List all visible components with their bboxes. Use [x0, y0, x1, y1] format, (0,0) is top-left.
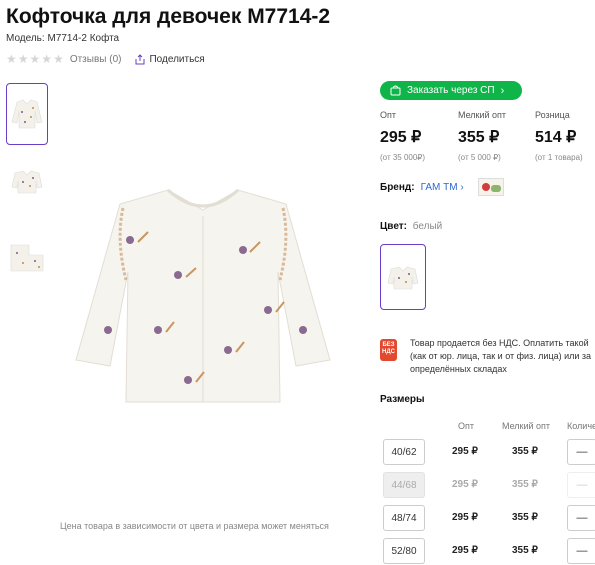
cart-icon — [390, 85, 401, 96]
brand-label: Бренд: — [380, 181, 415, 193]
vat-notice: Товар продается без НДС. Оплатить такой … — [410, 338, 592, 374]
size-price-opt: 295 ₽ — [452, 512, 478, 523]
order-button-label: Заказать через СП — [407, 85, 495, 96]
brand-row: Бренд: ГАМ ТМ › — [380, 178, 504, 196]
color-value: белый — [412, 221, 443, 232]
quantity-input[interactable]: — — [567, 505, 595, 531]
size-price-opt: 295 ₽ — [452, 446, 478, 457]
jacket-thumbnail-icon — [11, 99, 43, 129]
size-price-small-opt: 355 ₽ — [512, 512, 538, 523]
size-price-opt: 295 ₽ — [452, 545, 478, 556]
quantity-input[interactable]: — — [567, 439, 595, 465]
chevron-right-icon: › — [500, 84, 505, 97]
color-row: Цвет: белый — [380, 221, 442, 232]
size-price-small-opt: 355 ₽ — [512, 479, 538, 490]
price-label: Мелкий опт — [458, 110, 507, 120]
size-price-opt: 295 ₽ — [452, 479, 478, 490]
price-condition: (от 1 товара) — [535, 153, 583, 162]
order-button[interactable]: Заказать через СП › — [380, 81, 522, 100]
size-row: 52/80 295 ₽ 355 ₽ — — [383, 538, 595, 564]
price-retail: Розница 514 ₽ (от 1 товара) — [535, 110, 583, 162]
no-vat-icon: БЕЗ НДС — [380, 339, 397, 361]
brand-link[interactable]: ГАМ ТМ › — [421, 182, 464, 193]
quantity-input[interactable]: — — [567, 538, 595, 564]
price-value: 295 ₽ — [380, 129, 422, 146]
product-main-image[interactable] — [68, 180, 338, 412]
size-button[interactable]: 52/80 — [383, 538, 425, 564]
size-price-small-opt: 355 ₽ — [512, 545, 538, 556]
star-icon: ★ — [29, 52, 41, 66]
star-icon: ★ — [17, 52, 29, 66]
price-condition: (от 5 000 ₽) — [458, 153, 501, 162]
sizes-header-qty: Количество — [567, 421, 595, 431]
size-row: 40/62 295 ₽ 355 ₽ — — [383, 439, 595, 465]
star-icon: ★ — [41, 52, 53, 66]
price-value: 355 ₽ — [458, 129, 500, 146]
size-row: 48/74 295 ₽ 355 ₽ — — [383, 505, 595, 531]
color-swatch-white[interactable] — [380, 244, 426, 310]
thumbnail-3[interactable] — [6, 226, 48, 288]
sizes-header-opt: Опт — [458, 421, 474, 431]
star-icon: ★ — [53, 52, 64, 66]
quantity-input: — — [567, 472, 595, 498]
price-note: Цена товара в зависимости от цвета и раз… — [60, 521, 329, 531]
jacket-swatch-icon — [387, 266, 419, 290]
chevron-right-icon: › — [460, 181, 464, 193]
star-icon: ★ — [6, 52, 17, 66]
price-small-opt: Мелкий опт 355 ₽ (от 5 000 ₽) — [458, 110, 506, 162]
size-price-small-opt: 355 ₽ — [512, 446, 538, 457]
brand-logo[interactable] — [477, 178, 504, 196]
share-button[interactable]: Поделиться — [135, 53, 205, 65]
thumbnail-1[interactable] — [6, 83, 48, 145]
rating-row: ★ ★ ★ ★ ★ Отзывы (0) Поделиться — [6, 53, 205, 65]
sizes-title: Размеры — [380, 394, 425, 405]
size-row: 44/68 295 ₽ 355 ₽ — — [383, 472, 595, 498]
reviews-link[interactable]: Отзывы (0) — [70, 54, 122, 65]
price-condition: (от 35 000₽) — [380, 153, 426, 162]
model-label: Модель: M7714-2 Кофта — [6, 33, 120, 44]
size-button: 44/68 — [383, 472, 425, 498]
price-label: Опт — [380, 110, 396, 120]
page-title: Кофточка для девочек M7714-2 — [6, 5, 331, 28]
price-opt: Опт 295 ₽ (от 35 000₽) — [380, 110, 425, 162]
sizes-header-small-opt: Мелкий опт — [502, 421, 551, 431]
price-label: Розница — [535, 110, 570, 120]
share-icon — [135, 53, 145, 64]
size-button[interactable]: 40/62 — [383, 439, 425, 465]
jacket-thumbnail-icon — [11, 170, 43, 194]
fabric-thumbnail-icon — [10, 244, 44, 272]
price-value: 514 ₽ — [535, 129, 577, 146]
rating-stars: ★ ★ ★ ★ ★ — [6, 53, 64, 65]
thumbnail-2[interactable] — [6, 150, 48, 212]
size-button[interactable]: 48/74 — [383, 505, 425, 531]
share-label: Поделиться — [149, 53, 205, 65]
color-label: Цвет: — [380, 221, 407, 232]
